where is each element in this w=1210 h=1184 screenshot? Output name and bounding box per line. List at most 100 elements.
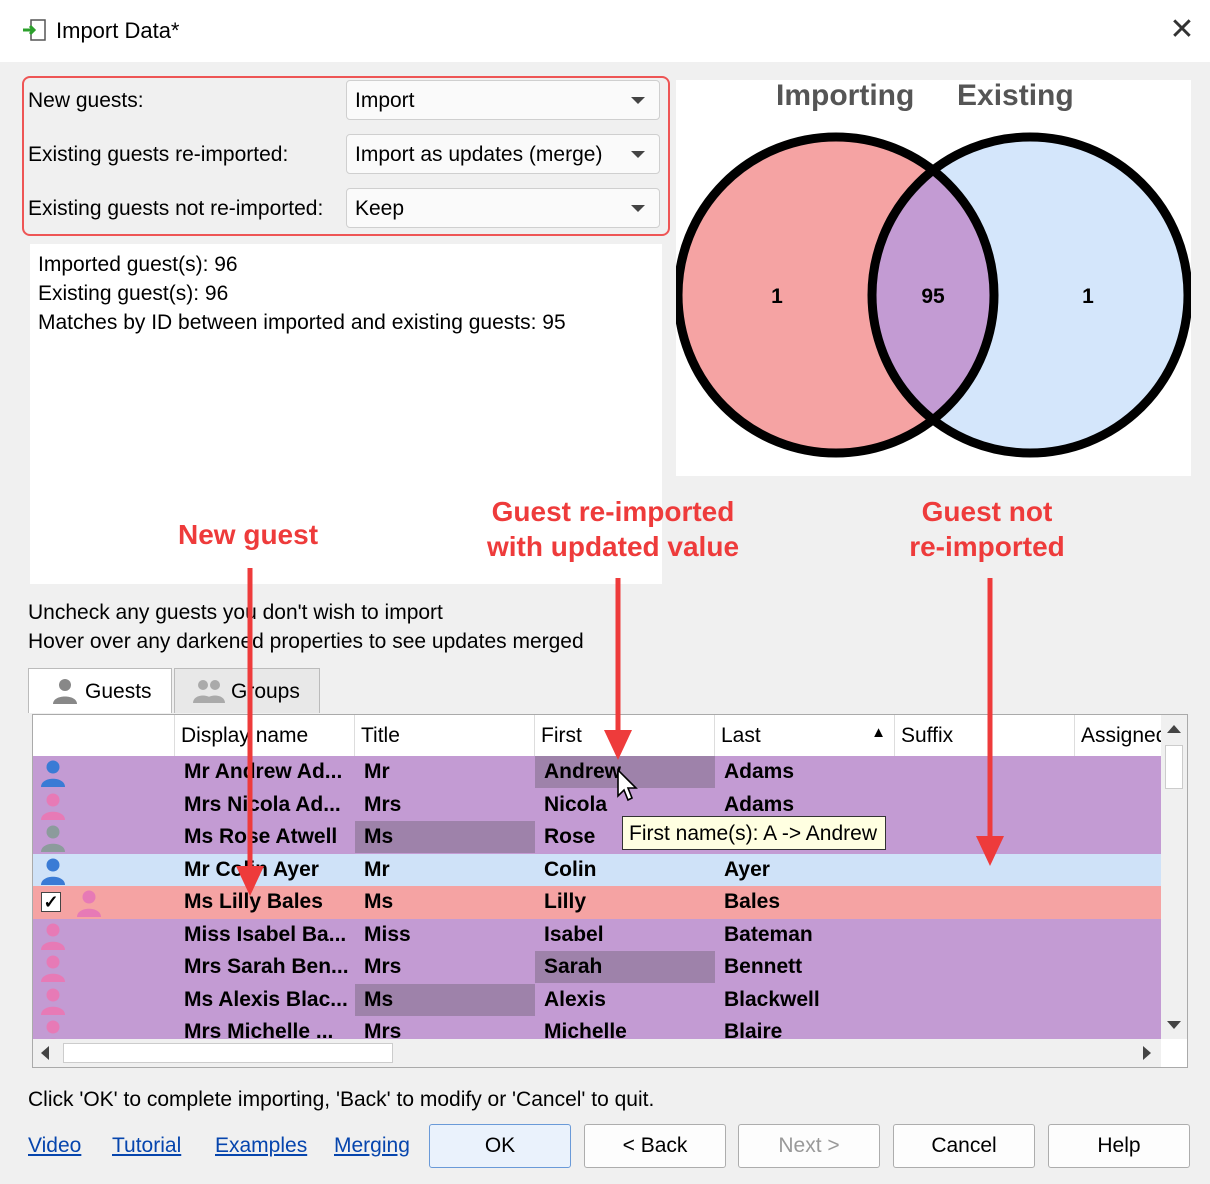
table-row[interactable]: Ms Alexis Blac... Ms Alexis Blackwell [33,983,1161,1016]
cell-title: Ms [364,890,394,913]
table-row[interactable]: Miss Isabel Ba... Miss Isabel Bateman [33,918,1161,951]
existing-count: Existing guest(s): 96 [38,282,229,305]
tab-groups[interactable]: Groups [174,668,320,713]
cell-last: Blackwell [724,987,820,1011]
cell-title: Mr [364,857,390,881]
table-row[interactable]: Mrs Nicola Ad... Mrs Nicola Adams [33,788,1161,821]
vertical-scrollbar[interactable] [1161,715,1187,1039]
table-row[interactable]: Mrs Sarah Ben... Mrs Sarah Bennett [33,951,1161,984]
annotation-new-guest: New guest [177,519,319,550]
female-icon [39,922,67,950]
venn-diagram: 1 95 1 [673,80,1193,476]
vertical-scroll-thumb[interactable] [1165,745,1183,789]
people-icon [193,677,225,711]
venn-right-count: 1 [1082,285,1094,308]
scroll-up-icon[interactable] [1167,725,1181,733]
options-highlight-box [22,76,670,236]
venn-right-label: Existing [957,79,1074,112]
cell-first: Isabel [544,922,604,946]
cell-last: Bennett [724,955,803,978]
annotation-not-reimported-line2: re-imported [909,531,1065,562]
horizontal-scroll-thumb[interactable] [63,1043,393,1063]
window-title: Import Data* [56,18,180,43]
title-bar [0,0,1210,62]
cell-title: Miss [364,922,411,946]
venn-overlap-count: 95 [921,285,945,308]
cell-title: Ms [355,821,535,853]
cell-last: Bateman [724,922,813,946]
merge-tooltip: First name(s): A -> Andrew [622,816,886,850]
tab-groups-label: Groups [231,680,300,703]
next-button[interactable]: Next > [738,1124,880,1168]
cell-first: Lilly [544,890,587,913]
back-button[interactable]: < Back [584,1124,726,1168]
venn-left-label: Importing [776,79,915,112]
cell-display-name: Mrs Sarah Ben... [184,955,349,978]
cell-display-name: Miss Isabel Ba... [184,922,347,946]
header-last[interactable]: Last ▲ [715,715,895,756]
cell-display-name: Ms Alexis Blac... [184,987,348,1011]
male-icon [39,759,67,787]
mouse-pointer-icon [617,768,638,802]
header-assigned[interactable]: Assigned [1075,715,1161,756]
help-button[interactable]: Help [1048,1124,1190,1168]
guest-table[interactable]: Display name Title First Last ▲ Suffix A… [32,714,1188,1068]
table-row[interactable]: ✓ Ms Lilly Bales Ms Lilly Bales [33,886,1161,919]
tutorial-link[interactable]: Tutorial [112,1134,181,1158]
female-icon [75,889,103,917]
female-icon [39,987,67,1015]
instruction-uncheck: Uncheck any guests you don't wish to imp… [28,601,443,624]
import-icon [22,18,48,44]
cell-first: Alexis [544,987,606,1011]
table-row[interactable]: Ms Rose Atwell Ms Rose [33,821,1161,854]
horizontal-scrollbar[interactable] [33,1039,1161,1067]
include-checkbox[interactable]: ✓ [41,892,61,912]
cell-first: Colin [544,857,597,881]
cell-last: Adams [724,760,795,783]
female-icon [39,954,67,982]
cell-display-name: Mr Andrew Ad... [184,760,343,783]
scroll-left-icon[interactable] [41,1046,49,1060]
ok-button[interactable]: OK [429,1124,571,1168]
scroll-down-icon[interactable] [1167,1021,1181,1029]
venn-left-count: 1 [771,285,783,308]
cell-title: Mr [364,760,390,783]
cell-last: Bales [724,890,781,913]
cell-title: Ms [355,983,535,1016]
header-last-label: Last [721,724,761,747]
table-row[interactable]: Mr Colin Ayer Mr Colin Ayer [33,853,1161,886]
footer-instruction: Click 'OK' to complete importing, 'Back'… [28,1088,655,1111]
cell-first: Sarah [535,951,715,983]
header-title[interactable]: Title [355,715,535,756]
sort-ascending-icon: ▲ [871,724,886,741]
match-count: Matches by ID between imported and exist… [38,311,566,334]
scroll-right-icon[interactable] [1143,1046,1151,1060]
cell-title: Mrs [364,955,402,978]
instruction-hover: Hover over any darkened properties to se… [28,630,584,653]
header-suffix[interactable]: Suffix [895,715,1075,756]
table-row[interactable]: Mr Andrew Ad... Mr Andrew Adams [33,756,1161,789]
table-header: Display name Title First Last ▲ Suffix A… [33,715,1161,756]
close-icon[interactable]: ✕ [1168,15,1196,45]
tab-guests[interactable]: Guests [28,668,172,713]
video-link[interactable]: Video [28,1134,81,1158]
header-display-name[interactable]: Display name [175,715,355,756]
annotation-not-reimported-line1: Guest not [921,496,1053,527]
header-first[interactable]: First [535,715,715,756]
annotation-reimported-line2: with updated value [486,531,740,562]
cell-display-name: Mrs Nicola Ad... [184,792,341,816]
tab-guests-label: Guests [85,680,152,703]
imported-count: Imported guest(s): 96 [38,253,238,276]
annotation-reimported-line1: Guest re-imported [491,496,735,527]
header-check[interactable] [33,715,175,756]
cell-last: Ayer [724,857,770,881]
male-icon [39,857,67,885]
cancel-button[interactable]: Cancel [893,1124,1035,1168]
merging-link[interactable]: Merging [334,1134,410,1158]
cell-display-name: Ms Rose Atwell [184,825,338,848]
cell-display-name: Ms Lilly Bales [184,890,323,913]
neutral-icon [39,824,67,852]
female-icon [39,792,67,820]
examples-link[interactable]: Examples [215,1134,307,1158]
cell-title: Mrs [364,792,402,816]
